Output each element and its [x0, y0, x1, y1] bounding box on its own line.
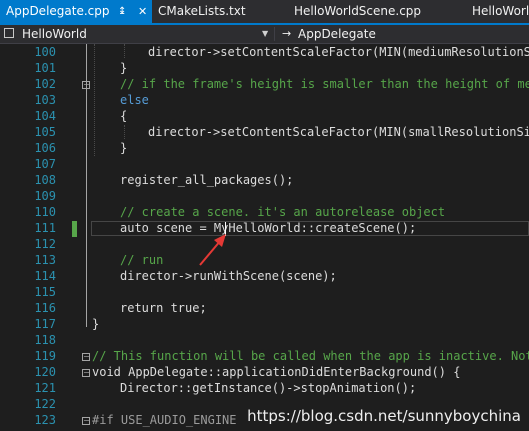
project-combo-label: HelloWorld: [22, 27, 87, 41]
changed-line-marker: [72, 221, 77, 237]
line-number: 102: [34, 77, 56, 91]
collapse-region-icon[interactable]: −: [82, 353, 90, 361]
code-line: #if USE_AUDIO_ENGINE: [92, 413, 237, 427]
tab-appdelegate-cpp[interactable]: AppDelegate.cpp ↨ ✕: [0, 0, 152, 23]
code-line: register_all_packages();: [120, 173, 294, 187]
line-number: 111: [34, 221, 56, 235]
code-line: auto scene = MyHelloWorld::createScene()…: [120, 221, 417, 235]
line-number: 108: [34, 173, 56, 187]
line-number: 106: [34, 141, 56, 155]
indent-guide: [124, 125, 125, 139]
watermark-text: https://blog.csdn.net/sunnyboychina: [247, 407, 521, 425]
tab-cmakelists-txt[interactable]: CMakeLists.txt: [152, 0, 276, 23]
chevron-down-icon: ▼: [262, 29, 269, 38]
line-number: 113: [34, 253, 56, 267]
project-combo[interactable]: HelloWorld ▼: [0, 25, 274, 43]
indent-guide: [94, 44, 95, 156]
line-number: 114: [34, 269, 56, 283]
collapse-region-icon[interactable]: −: [82, 417, 90, 425]
tab-label: AppDelegate.cpp: [6, 4, 110, 18]
tab-label: CMakeLists.txt: [158, 4, 246, 18]
pin-icon[interactable]: ↨: [118, 0, 126, 23]
text-caret: [225, 222, 226, 236]
class-arrow-icon: →: [282, 27, 292, 40]
scope-combo-label: AppDelegate: [298, 27, 376, 41]
code-line: }: [120, 141, 128, 155]
code-line: Director::getInstance()->stopAnimation()…: [120, 381, 417, 395]
line-number: 122: [34, 397, 56, 411]
code-line: else: [120, 93, 149, 107]
code-line: }: [120, 61, 128, 75]
code-line: // create a scene. it's an autorelease o…: [120, 205, 446, 219]
line-number: 109: [34, 189, 56, 203]
line-number: 110: [34, 205, 56, 219]
code-line: void AppDelegate::applicationDidEnterBac…: [92, 365, 461, 379]
code-line: {: [120, 109, 128, 123]
line-number: 116: [34, 301, 56, 315]
line-number: 117: [34, 317, 56, 331]
line-number: 121: [34, 381, 56, 395]
document-tab-strip: AppDelegate.cpp ↨ ✕ CMakeLists.txt Hello…: [0, 0, 529, 23]
project-icon: [4, 28, 14, 38]
code-editor[interactable]: 100 101 102 103 104 105 106 107 108 109 …: [0, 44, 529, 431]
code-line: director->setContentScaleFactor(MIN(medi…: [148, 45, 529, 59]
line-number: 118: [34, 333, 56, 347]
code-line: director->setContentScaleFactor(MIN(smal…: [148, 125, 529, 139]
code-line: }: [92, 317, 100, 331]
line-number: 120: [34, 365, 56, 379]
close-icon[interactable]: ✕: [138, 0, 147, 23]
collapse-region-icon[interactable]: −: [82, 81, 90, 89]
tab-label: HelloWorl: [472, 4, 529, 18]
code-line: // if the frame's height is smaller than…: [120, 77, 529, 91]
code-line: return true;: [120, 301, 207, 315]
line-number: 107: [34, 157, 56, 171]
line-number: 104: [34, 109, 56, 123]
navigation-bar: HelloWorld ▼ → AppDelegate: [0, 25, 529, 44]
line-number: 119: [34, 349, 56, 363]
line-number: 115: [34, 285, 56, 299]
collapse-region-icon[interactable]: −: [82, 369, 90, 377]
line-number: 103: [34, 93, 56, 107]
tab-helloworld-truncated[interactable]: HelloWorl: [462, 0, 529, 23]
tab-helloworldscene-cpp[interactable]: HelloWorldScene.cpp: [276, 0, 462, 23]
line-number: 100: [34, 45, 56, 59]
line-number: 112: [34, 237, 56, 251]
line-number: 105: [34, 125, 56, 139]
line-number: 101: [34, 61, 56, 75]
code-line: director->runWithScene(scene);: [120, 269, 337, 283]
combo-divider: [274, 27, 275, 41]
line-number: 123: [34, 413, 56, 427]
indent-guide: [124, 44, 125, 58]
code-line: // run: [120, 253, 164, 267]
code-line: // This function will be called when the…: [92, 349, 529, 363]
tab-label: HelloWorldScene.cpp: [294, 4, 422, 18]
scope-combo[interactable]: → AppDelegate: [276, 25, 529, 43]
